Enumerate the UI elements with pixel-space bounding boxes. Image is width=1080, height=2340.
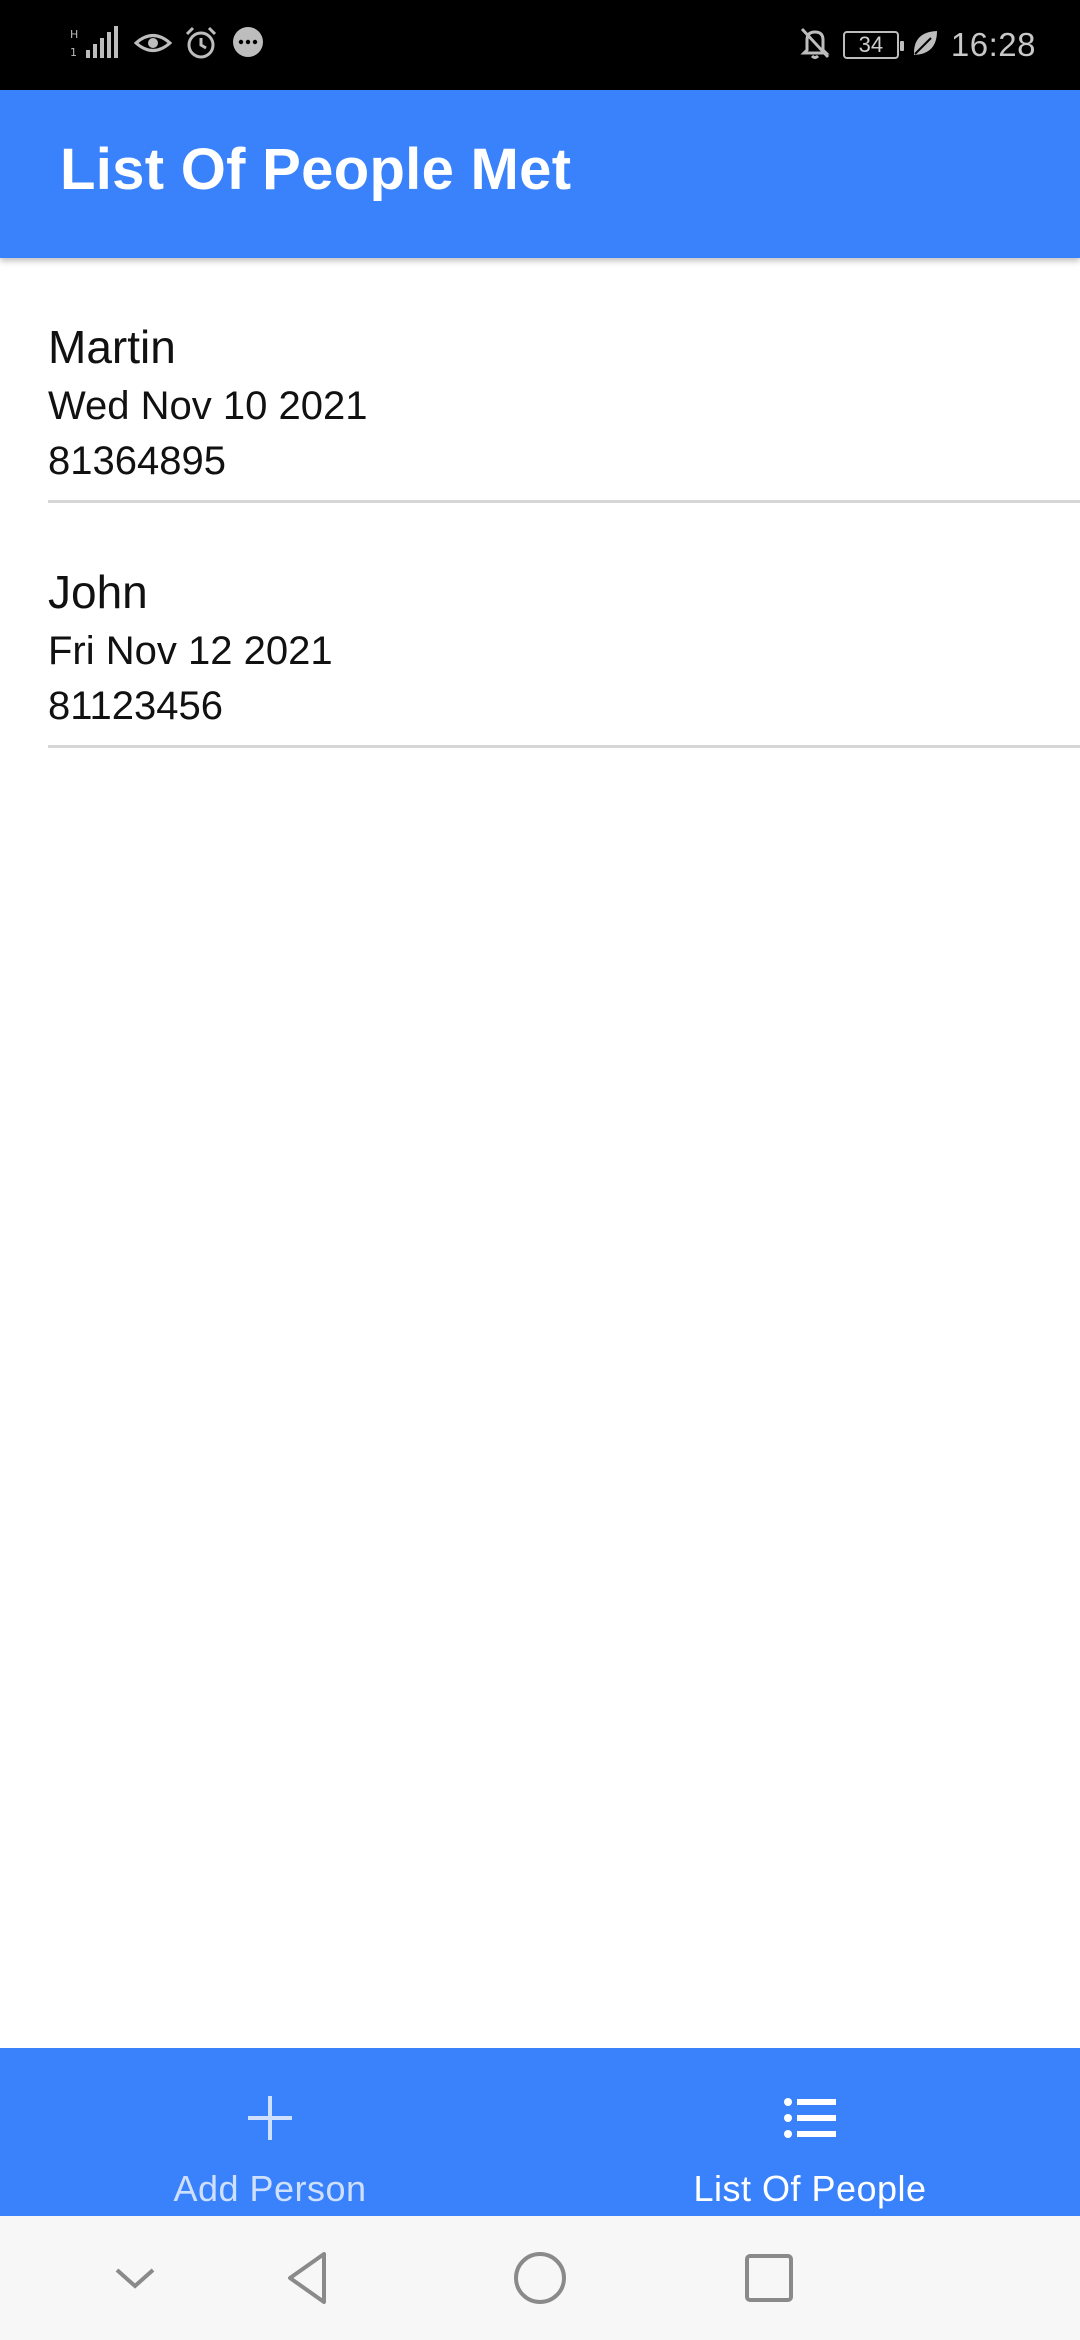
page-title: List Of People Met xyxy=(60,137,572,202)
person-phone: 81123456 xyxy=(48,684,223,728)
signal-icon: H 1 xyxy=(70,25,122,65)
home-icon[interactable] xyxy=(508,2246,572,2310)
svg-text:1: 1 xyxy=(70,46,77,59)
mute-notifications-icon xyxy=(799,26,831,65)
eye-icon xyxy=(133,28,173,63)
bottom-navigation: Add Person List Of People xyxy=(0,2048,1080,2216)
app-bar: List Of People Met xyxy=(0,90,1080,258)
list-item[interactable]: John Fri Nov 12 2021 81123456 xyxy=(48,503,1080,748)
battery-icon: 34 xyxy=(842,31,904,59)
list-icon xyxy=(780,2088,840,2148)
leaf-icon xyxy=(911,28,939,63)
person-date: Fri Nov 12 2021 xyxy=(48,629,333,673)
nav-label: List Of People xyxy=(693,2168,927,2209)
status-bar: H 1 34 16:28 xyxy=(0,0,1080,90)
status-time: 16:28 xyxy=(950,26,1036,63)
person-name: John xyxy=(48,566,148,618)
status-left-icons: H 1 xyxy=(70,22,266,68)
nav-label: Add Person xyxy=(173,2168,367,2209)
person-name: Martin xyxy=(48,321,176,373)
person-date: Wed Nov 10 2021 xyxy=(48,384,368,428)
status-right-icons: 34 16:28 xyxy=(799,22,1036,68)
message-icon xyxy=(230,26,266,65)
recents-icon[interactable] xyxy=(737,2246,801,2310)
nav-add-person[interactable]: Add Person xyxy=(0,2048,540,2216)
back-icon[interactable] xyxy=(278,2246,342,2310)
system-navigation-bar xyxy=(0,2216,1080,2340)
svg-text:H: H xyxy=(70,28,78,41)
nav-list-of-people[interactable]: List Of People xyxy=(540,2048,1080,2216)
people-list: Martin Wed Nov 10 2021 81364895 John Fri… xyxy=(0,258,1080,748)
collapse-icon[interactable] xyxy=(103,2246,167,2310)
list-item[interactable]: Martin Wed Nov 10 2021 81364895 xyxy=(48,258,1080,503)
person-phone: 81364895 xyxy=(48,439,226,483)
plus-icon xyxy=(240,2088,300,2148)
alarm-icon xyxy=(184,26,218,65)
